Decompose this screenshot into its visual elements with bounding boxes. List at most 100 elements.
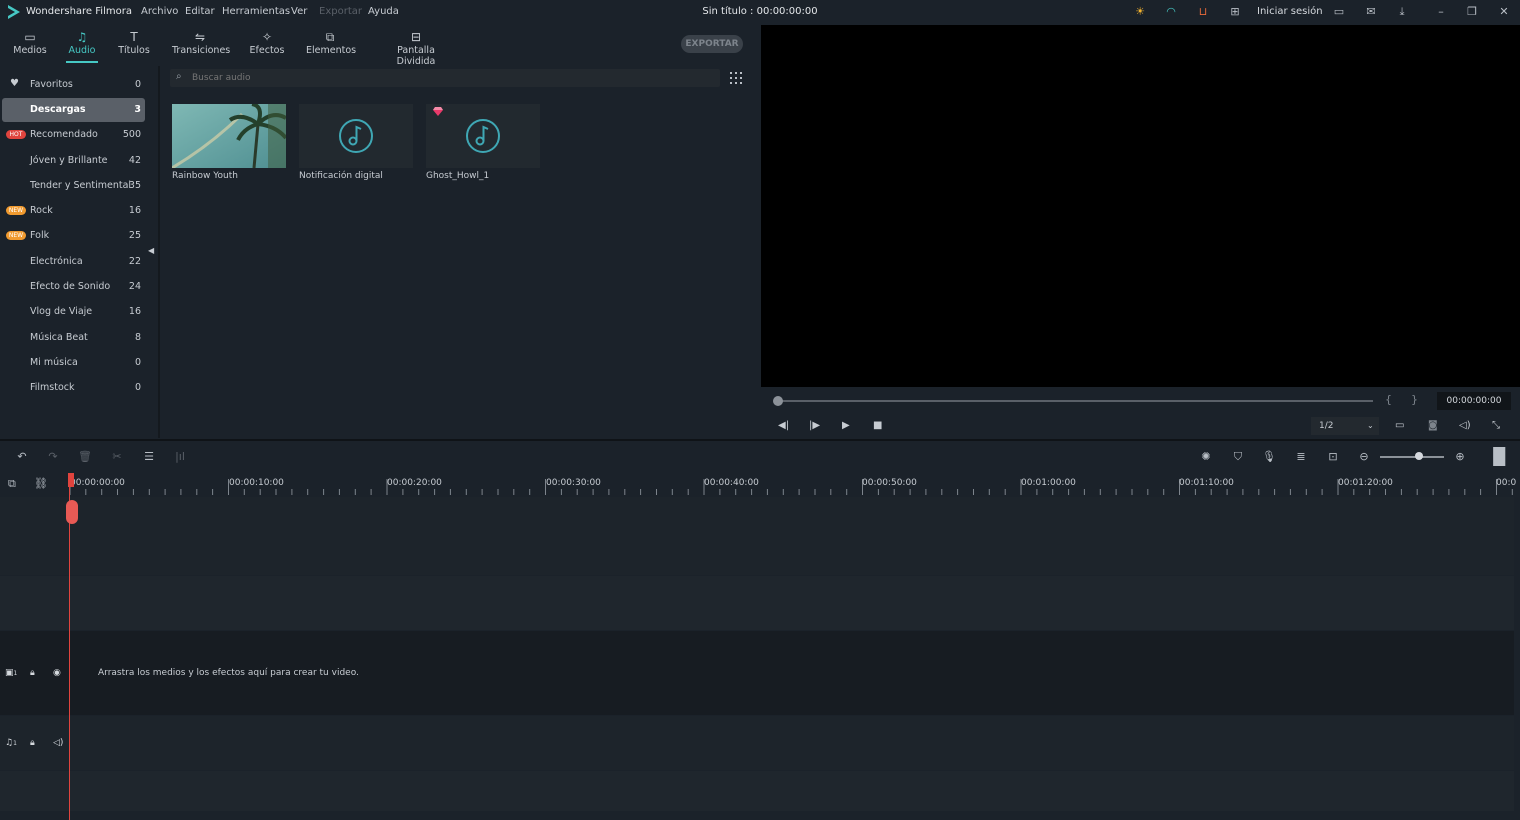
menu-ayuda[interactable]: Ayuda — [368, 6, 399, 17]
redo-icon[interactable]: ↷ — [46, 450, 60, 464]
track-number: 1 — [13, 670, 18, 677]
timeline-ruler[interactable]: ⧉ ⛓ 00:00:00:00 00:00:10:00 00:00:20:00 … — [0, 473, 1520, 497]
tab-transiciones[interactable]: ⇋ Transiciones — [172, 29, 230, 63]
audio-item-name: Notificación digital — [299, 171, 383, 181]
category-descargas[interactable]: Descargas 3 — [2, 98, 145, 122]
menu-herramientas[interactable]: Herramientas — [222, 6, 290, 17]
audio-mixer-icon[interactable]: ≣ — [1294, 450, 1308, 464]
cart-icon[interactable]: ⊔ — [1195, 4, 1211, 20]
playhead-marker[interactable] — [68, 473, 74, 487]
save-icon[interactable]: ▭ — [1331, 4, 1347, 20]
volume-icon[interactable]: ◁) — [1459, 420, 1471, 431]
category-filmstock[interactable]: Filmstock 0 — [2, 376, 145, 400]
render-icon[interactable]: ✺ — [1199, 450, 1213, 464]
tab-titulos[interactable]: T Títulos — [117, 29, 151, 63]
category-recomendado[interactable]: HOT Recomendado 500 — [2, 123, 145, 147]
download-icon[interactable]: ⤓ — [1394, 4, 1410, 20]
adjust-icon[interactable]: ☰ — [142, 450, 156, 464]
playhead-line[interactable] — [69, 473, 70, 820]
minimize-icon[interactable]: – — [1433, 4, 1449, 20]
add-track-icon[interactable]: ⧉ — [8, 477, 16, 491]
monitor-icon[interactable]: ▭ — [1395, 420, 1404, 431]
restore-icon[interactable]: ❐ — [1464, 4, 1480, 20]
preview-timecode: 00:00:00:00 — [1437, 392, 1511, 410]
menu-editar[interactable]: Editar — [185, 6, 215, 17]
category-efecto-sonido[interactable]: Efecto de Sonido 24 — [2, 275, 145, 299]
link-icon[interactable]: ⛓ — [34, 477, 48, 490]
preview-quality-select[interactable]: 1/2 ⌄ — [1311, 417, 1379, 435]
support-headset-icon[interactable]: ◠ — [1163, 4, 1179, 20]
zoom-in-icon[interactable]: ⊕ — [1453, 450, 1467, 464]
category-joven-brillante[interactable]: Jóven y Brillante 42 — [2, 149, 145, 173]
timeline-drop-hint: Arrastra los medios y los efectos aquí p… — [98, 668, 359, 678]
category-musica-beat[interactable]: Música Beat 8 — [2, 326, 145, 350]
timeline-layout-icon[interactable]: ▐▌ — [1487, 449, 1512, 465]
empty-track-area[interactable] — [0, 497, 1514, 575]
tab-pantalla-dividida[interactable]: ⊟ Pantalla Dividida — [380, 29, 452, 67]
category-folk[interactable]: NEW Folk 25 — [2, 224, 145, 248]
audio-item-rainbow-youth[interactable]: Rainbow Youth — [172, 104, 286, 184]
mail-icon[interactable]: ✉ — [1363, 4, 1379, 20]
mark-in-icon[interactable]: { — [1385, 393, 1392, 406]
category-label: Electrónica — [30, 256, 83, 267]
tab-elementos[interactable]: ⧉ Elementos — [306, 29, 356, 63]
audio-item-ghost-howl[interactable]: Ghost_Howl_1 — [426, 104, 540, 184]
category-electronica[interactable]: Electrónica 22 — [2, 250, 145, 274]
lock-icon[interactable]: 🔒︎ — [30, 738, 35, 748]
delete-icon[interactable]: 🗑 — [78, 450, 92, 464]
previous-frame-icon[interactable]: ◀| — [778, 420, 789, 431]
speaker-icon[interactable]: ◁) — [53, 738, 63, 748]
marker-icon[interactable]: ⛉ — [1231, 450, 1245, 464]
lightbulb-icon[interactable]: ☀ — [1132, 4, 1148, 20]
mark-out-icon[interactable]: } — [1411, 393, 1418, 406]
search-input[interactable] — [192, 70, 712, 86]
export-button[interactable]: EXPORTAR — [681, 35, 743, 53]
fullscreen-icon[interactable]: ⤡ — [1492, 420, 1500, 431]
category-vlog-viaje[interactable]: Vlog de Viaje 16 — [2, 300, 145, 324]
play-icon[interactable]: ▶ — [842, 420, 850, 431]
audio-track-1[interactable] — [0, 716, 1514, 770]
category-mi-musica[interactable]: Mi música 0 — [2, 351, 145, 375]
category-tender-sentimental[interactable]: Tender y Sentimental 35 — [2, 174, 145, 198]
empty-track-area[interactable] — [0, 771, 1514, 811]
zoom-slider-track[interactable] — [1380, 456, 1444, 458]
tab-audio[interactable]: ♫ Audio — [66, 29, 98, 63]
sign-in-link[interactable]: Iniciar sesión — [1257, 6, 1323, 17]
eye-icon[interactable]: ◉ — [53, 668, 61, 678]
menu-ver[interactable]: Ver — [291, 6, 307, 17]
gift-icon[interactable]: ⊞ — [1227, 4, 1243, 20]
snapshot-camera-icon[interactable]: ◙ — [1428, 420, 1438, 431]
premium-gem-icon — [433, 107, 443, 116]
menu-archivo[interactable]: Archivo — [141, 6, 178, 17]
cut-icon[interactable]: ✂ — [110, 450, 124, 464]
playhead-handle[interactable] — [66, 500, 78, 524]
category-rock[interactable]: NEW Rock 16 — [2, 199, 145, 223]
collapse-sidebar-icon[interactable]: ◀ — [148, 246, 156, 256]
ruler-label: 00:01:20:00 — [1338, 478, 1393, 488]
empty-track-area[interactable] — [0, 576, 1514, 630]
rainbow-youth-thumbnail — [172, 104, 286, 168]
zoom-out-icon[interactable]: ⊖ — [1357, 450, 1371, 464]
next-frame-icon[interactable]: |▶ — [809, 420, 820, 431]
tab-efectos[interactable]: ✧ Efectos — [249, 29, 285, 63]
ruler-label: 00:01:10:00 — [1179, 478, 1234, 488]
preview-scrubber-track[interactable] — [775, 400, 1373, 402]
grid-view-icon[interactable] — [730, 72, 742, 84]
audio-item-notificacion-digital[interactable]: Notificación digital — [299, 104, 413, 184]
category-favoritos[interactable]: ♥ Favoritos 0 — [2, 73, 145, 97]
close-icon[interactable]: ✕ — [1496, 4, 1512, 20]
microphone-icon[interactable]: 🎙 — [1262, 450, 1276, 464]
audio-waveform-icon[interactable]: |ıl — [173, 450, 187, 464]
transition-icon: ⇋ — [194, 30, 206, 44]
stop-icon[interactable]: ■ — [873, 420, 882, 431]
undo-icon[interactable]: ↶ — [15, 450, 29, 464]
lock-icon[interactable]: 🔒︎ — [30, 668, 35, 678]
tab-medios[interactable]: ▭ Medios — [12, 29, 48, 63]
menu-exportar[interactable]: Exportar — [319, 6, 362, 17]
zoom-slider-handle[interactable] — [1415, 452, 1423, 460]
category-label: Música Beat — [30, 332, 88, 343]
preview-screen[interactable] — [761, 25, 1520, 387]
preview-scrubber-handle[interactable] — [773, 396, 783, 406]
hot-badge: HOT — [6, 130, 26, 139]
voiceover-icon[interactable]: ⊡ — [1326, 450, 1340, 464]
